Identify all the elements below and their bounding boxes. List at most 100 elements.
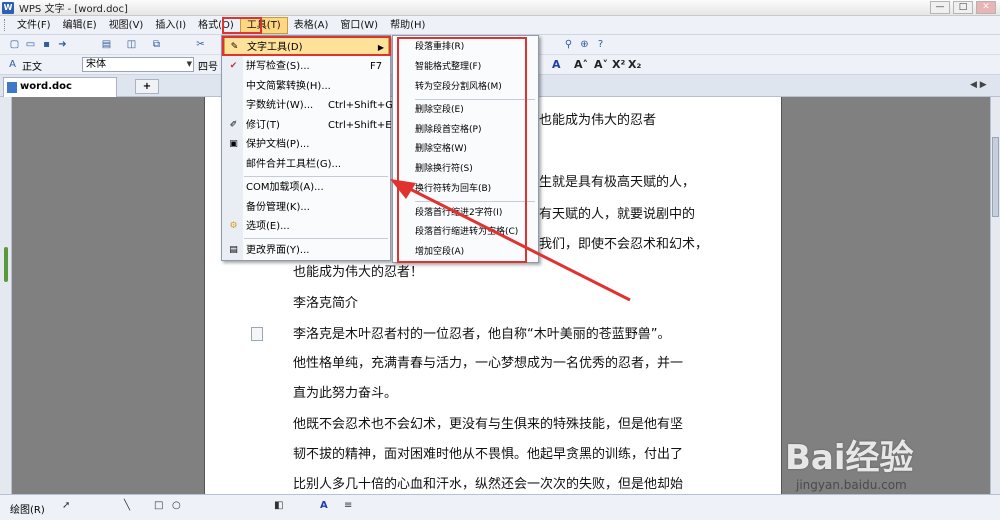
font-size[interactable]: 四号 xyxy=(198,58,218,73)
window-controls: — □ ✕ xyxy=(927,1,996,14)
watermark-logo: Bai经验 xyxy=(785,438,914,478)
menu-format[interactable]: 格式(O) xyxy=(192,17,240,34)
menu-item-word-count[interactable]: 字数统计(W)... Ctrl+Shift+G xyxy=(224,96,393,115)
paragraph-style[interactable]: 正文 xyxy=(22,58,42,73)
doc-line: 直为此努力奋斗。 xyxy=(293,386,398,401)
find-icon[interactable]: ⚲ xyxy=(562,38,575,51)
menu-item-options[interactable]: ⚙ 选项(E)... xyxy=(224,217,389,236)
help-icon[interactable]: ? xyxy=(594,38,607,51)
arrow-shaft xyxy=(401,183,631,302)
doc-line: 李洛克是木叶忍者村的一位忍者，他自称“木叶美丽的苍蓝野兽”。 xyxy=(293,327,671,342)
menu-item-text-tools[interactable]: ✎ 文字工具(D) ▶ xyxy=(224,37,389,56)
menu-separator xyxy=(244,176,388,177)
menu-item-revision[interactable]: ✐ 修订(T) Ctrl+Shift+E xyxy=(224,116,392,135)
menu-item-backup[interactable]: 备份管理(K)... xyxy=(224,198,389,217)
tab-label: word.doc xyxy=(20,81,72,92)
save-icon[interactable]: ▪ xyxy=(40,38,53,51)
tab-word-doc[interactable]: word.doc xyxy=(3,77,117,97)
vertical-ruler xyxy=(0,97,12,494)
text-color-icon[interactable]: A xyxy=(320,500,328,511)
shrink-font-icon[interactable]: A˅ xyxy=(594,58,608,71)
plus-icon: + xyxy=(142,81,152,92)
doc-line: 也能成为伟大的忍者 xyxy=(539,113,657,128)
select-pointer-icon[interactable]: ➚ xyxy=(62,500,70,511)
superscript-icon[interactable]: X² xyxy=(612,58,625,71)
change-ui-icon: ▤ xyxy=(229,245,238,255)
protect-document-icon: ▣ xyxy=(229,139,238,149)
menu-item-mail-merge[interactable]: 邮件合并工具栏(G)... xyxy=(224,155,389,174)
maximize-button[interactable]: □ xyxy=(953,1,973,14)
menu-file[interactable]: 文件(F) xyxy=(11,17,57,34)
menu-tools[interactable]: 工具(T) xyxy=(239,16,288,34)
submenu-item[interactable]: 智能格式整理(F) xyxy=(415,58,535,77)
zoom-icon[interactable]: ⊕ xyxy=(578,38,591,51)
doc-line: 韧不拔的精神，面对困难时他从不畏惧。他起早贪黑的训练，付出了 xyxy=(293,447,684,462)
preview-icon[interactable]: ◫ xyxy=(125,38,138,51)
rectangle-tool-icon[interactable]: □ xyxy=(154,500,163,511)
new-tab-button[interactable]: + xyxy=(135,79,159,94)
watermark-url: jingyan.baidu.com xyxy=(796,478,907,492)
menu-bar: 文件(F) 编辑(E) 视图(V) 插入(I) 格式(O) 工具(T) 表格(A… xyxy=(0,16,1000,35)
vertical-scrollbar[interactable] xyxy=(990,97,1000,494)
grow-font-icon[interactable]: A˄ xyxy=(574,58,588,71)
paragraph-marker-icon xyxy=(251,327,263,341)
menu-table[interactable]: 表格(A) xyxy=(288,17,335,34)
menu-insert[interactable]: 插入(I) xyxy=(149,17,192,34)
menu-item-chinese-convert[interactable]: 中文简繁转换(H)... xyxy=(224,77,389,96)
annotation-arrow xyxy=(390,179,631,302)
export-icon[interactable]: ➜ xyxy=(56,38,69,51)
minimize-button[interactable]: — xyxy=(930,1,950,14)
submenu-item[interactable]: 删除空格(W) xyxy=(415,140,535,159)
wps-logo-icon: W xyxy=(2,1,14,14)
menu-item-spell-check[interactable]: ✔ 拼写检查(S)... F7 xyxy=(224,57,389,76)
font-value: 宋体 xyxy=(86,59,106,70)
line-tool-icon[interactable]: ╲ xyxy=(124,500,130,511)
menu-window[interactable]: 窗口(W) xyxy=(334,17,384,34)
menu-help[interactable]: 帮助(H) xyxy=(384,17,431,34)
options-gear-icon: ⚙ xyxy=(229,221,238,231)
arrow-head xyxy=(390,179,416,199)
styles-icon[interactable]: A xyxy=(6,58,19,71)
subscript-icon[interactable]: X₂ xyxy=(628,58,641,71)
submenu-item[interactable]: 删除段首空格(P) xyxy=(415,121,535,140)
submenu-item[interactable]: 删除空段(E) xyxy=(415,101,535,120)
text-tool-icon: ✎ xyxy=(230,42,239,52)
menu-item-change-ui[interactable]: ▤ 更改界面(Y)... xyxy=(224,241,389,260)
ruler-marker[interactable] xyxy=(4,247,8,282)
menu-item-com-addins[interactable]: COM加载项(A)... xyxy=(224,178,389,197)
window-title: WPS 文字 - [word.doc] xyxy=(19,4,128,15)
menu-separator xyxy=(244,238,388,239)
menu-view[interactable]: 视图(V) xyxy=(103,17,150,34)
open-folder-icon[interactable]: ▭ xyxy=(24,38,37,51)
menubar-grip xyxy=(4,19,8,31)
font-color-icon[interactable]: A xyxy=(552,58,561,71)
menu-separator xyxy=(415,99,535,100)
chevron-right-icon: ▶ xyxy=(377,43,384,52)
menu-item-protect-document[interactable]: ▣ 保护文档(P)... xyxy=(224,135,389,154)
copy-icon[interactable]: ⧉ xyxy=(150,38,163,51)
doc-line: 他性格单纯，充满青春与活力，一心梦想成为一名优秀的忍者，并一 xyxy=(293,356,684,371)
doc-line: 李洛克简介 xyxy=(293,296,359,311)
line-style-icon[interactable]: ≡ xyxy=(344,500,352,511)
document-icon xyxy=(7,82,17,93)
print-icon[interactable]: ▤ xyxy=(100,38,113,51)
chevron-down-icon: ▼ xyxy=(186,60,192,68)
close-button[interactable]: ✕ xyxy=(976,1,996,14)
new-document-icon[interactable]: ▢ xyxy=(8,38,21,51)
draw-menu[interactable]: 绘图(R) xyxy=(10,501,45,516)
ellipse-tool-icon[interactable]: ○ xyxy=(172,500,181,511)
title-bar: W WPS 文字 - [word.doc] — □ ✕ xyxy=(0,0,1000,16)
tab-scroll-arrows-icon[interactable]: ◀ ▶ xyxy=(970,80,987,90)
baidu-jingyan-watermark: Bai经验 jingyan.baidu.com xyxy=(770,418,990,508)
fill-color-icon[interactable]: ◧ xyxy=(274,500,283,511)
font-select[interactable]: 宋体 ▼ xyxy=(82,57,194,72)
revision-icon: ✐ xyxy=(229,120,238,130)
doc-line: 他既不会忍术也不会幻术，更没有与生俱来的特殊技能，但是他有坚 xyxy=(293,417,684,432)
format-painter-icon[interactable]: ✂ xyxy=(194,38,207,51)
menu-edit[interactable]: 编辑(E) xyxy=(57,17,103,34)
scrollbar-thumb[interactable] xyxy=(992,137,999,217)
submenu-item[interactable]: 段落重排(R) xyxy=(415,38,535,57)
submenu-item[interactable]: 转为空段分割风格(M) xyxy=(415,78,535,97)
tools-dropdown-menu: ✎ 文字工具(D) ▶ ✔ 拼写检查(S)... F7 中文简繁转换(H)...… xyxy=(221,35,393,261)
spell-check-icon: ✔ xyxy=(229,61,238,71)
